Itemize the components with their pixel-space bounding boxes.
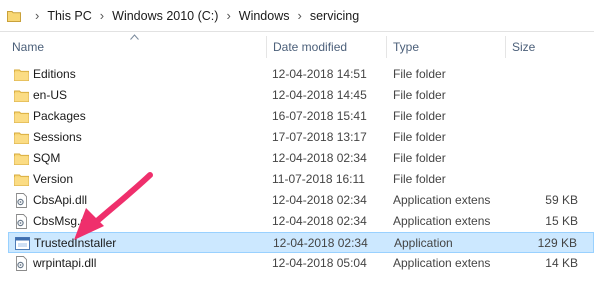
breadcrumb-servicing[interactable]: servicing xyxy=(310,0,359,32)
column-header-date-modified[interactable]: Date modified xyxy=(273,40,347,54)
file-date: 12-04-2018 02:34 xyxy=(272,193,367,207)
file-date: 12-04-2018 02:34 xyxy=(273,236,368,250)
file-date: 12-04-2018 05:04 xyxy=(272,256,367,270)
dll-file-icon xyxy=(14,214,29,229)
folder-icon xyxy=(14,109,29,124)
file-size: 129 KB xyxy=(537,236,577,250)
file-type: File folder xyxy=(393,172,446,186)
column-divider[interactable] xyxy=(386,36,387,58)
file-date: 12-04-2018 02:34 xyxy=(272,214,367,228)
breadcrumb-drive[interactable]: Windows 2010 (C:) xyxy=(112,0,218,32)
file-row[interactable]: CbsMsg.dll 12-04-2018 02:34 Application … xyxy=(8,211,594,232)
file-date: 11-07-2018 16:11 xyxy=(272,172,365,186)
folder-icon xyxy=(14,130,29,145)
column-header-name[interactable]: Name xyxy=(12,40,44,54)
file-name: wrpintapi.dll xyxy=(33,256,97,270)
chevron-right-icon[interactable]: › xyxy=(298,0,302,32)
file-row[interactable]: Packages 16-07-2018 15:41 File folder xyxy=(8,106,594,127)
folder-icon xyxy=(14,172,29,187)
column-divider[interactable] xyxy=(505,36,506,58)
column-header-type[interactable]: Type xyxy=(393,40,419,54)
file-type: File folder xyxy=(393,151,446,165)
file-name: en-US xyxy=(33,88,68,102)
file-date: 12-04-2018 02:34 xyxy=(272,151,367,165)
file-type: Application xyxy=(394,236,453,250)
file-date: 12-04-2018 14:45 xyxy=(272,88,367,102)
file-name: Editions xyxy=(33,67,76,81)
file-size: 59 KB xyxy=(545,193,578,207)
file-type: Application extens xyxy=(393,256,491,270)
address-bar[interactable]: › This PC › Windows 2010 (C:) › Windows … xyxy=(0,0,594,32)
dll-file-icon xyxy=(14,193,29,208)
file-row[interactable]: en-US 12-04-2018 14:45 File folder xyxy=(8,85,594,106)
file-type: File folder xyxy=(393,67,446,81)
chevron-right-icon[interactable]: › xyxy=(226,0,230,32)
file-type: File folder xyxy=(393,130,446,144)
file-date: 17-07-2018 13:17 xyxy=(272,130,367,144)
column-header-size[interactable]: Size xyxy=(512,40,535,54)
file-row[interactable]: wrpintapi.dll 12-04-2018 05:04 Applicati… xyxy=(8,253,594,274)
file-type: Application extens xyxy=(393,214,491,228)
file-row[interactable]: CbsApi.dll 12-04-2018 02:34 Application … xyxy=(8,190,594,211)
file-type: File folder xyxy=(393,109,446,123)
file-date: 16-07-2018 15:41 xyxy=(272,109,367,123)
file-size: 15 KB xyxy=(545,214,578,228)
file-row[interactable]: Editions 12-04-2018 14:51 File folder xyxy=(8,64,594,85)
folder-icon xyxy=(7,11,21,22)
column-header-bar: Name Date modified Type Size xyxy=(0,33,594,59)
sort-ascending-icon xyxy=(130,34,139,40)
breadcrumb: › This PC › Windows 2010 (C:) › Windows … xyxy=(27,0,359,32)
file-name: TrustedInstaller xyxy=(34,236,117,250)
breadcrumb-windows[interactable]: Windows xyxy=(239,0,290,32)
chevron-right-icon[interactable]: › xyxy=(35,0,39,32)
folder-icon xyxy=(14,151,29,166)
chevron-right-icon[interactable]: › xyxy=(100,0,104,32)
application-icon xyxy=(15,236,30,251)
file-row[interactable]: Version 11-07-2018 16:11 File folder xyxy=(8,169,594,190)
breadcrumb-this-pc[interactable]: This PC xyxy=(47,0,91,32)
file-type: Application extens xyxy=(393,193,491,207)
file-name: Version xyxy=(33,172,74,186)
folder-icon xyxy=(14,67,29,82)
file-name: CbsApi.dll xyxy=(33,193,88,207)
column-divider[interactable] xyxy=(266,36,267,58)
file-name: SQM xyxy=(33,151,61,165)
file-size: 14 KB xyxy=(545,256,578,270)
file-name: Sessions xyxy=(33,130,82,144)
file-name: Packages xyxy=(33,109,86,123)
file-date: 12-04-2018 14:51 xyxy=(272,67,367,81)
file-name: CbsMsg.dll xyxy=(33,214,93,228)
file-row-selected[interactable]: TrustedInstaller 12-04-2018 02:34 Applic… xyxy=(8,232,594,253)
folder-icon xyxy=(14,88,29,103)
file-row[interactable]: Sessions 17-07-2018 13:17 File folder xyxy=(8,127,594,148)
file-type: File folder xyxy=(393,88,446,102)
dll-file-icon xyxy=(14,256,29,271)
file-row[interactable]: SQM 12-04-2018 02:34 File folder xyxy=(8,148,594,169)
